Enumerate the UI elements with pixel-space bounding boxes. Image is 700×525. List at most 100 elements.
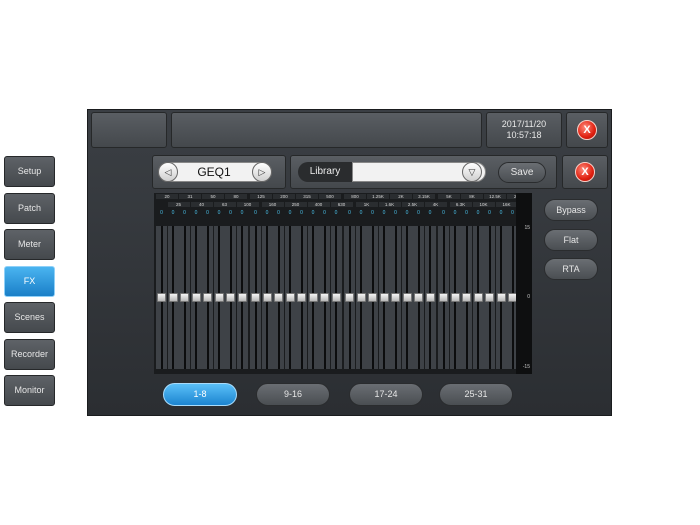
time-text: 10:57:18 (506, 130, 542, 140)
fader-handle[interactable] (297, 293, 306, 302)
band-frequency-label: 3.15K (413, 194, 435, 199)
band-gain-value: 0 (254, 210, 257, 216)
band-gain-value: 0 (240, 210, 244, 216)
band-gain-value: 0 (442, 210, 445, 216)
fader-handle[interactable] (285, 293, 295, 302)
band-frequency-label: 200 (273, 194, 295, 199)
date-text: 2017/11/20 (501, 119, 547, 129)
sidebar-item-monitor[interactable]: Monitor (4, 375, 55, 406)
band-gain-value: 0 (499, 210, 503, 216)
band-frequency-label: 5K (438, 194, 460, 199)
fader-handle[interactable] (251, 293, 260, 302)
band-gain-value: 0 (382, 210, 386, 216)
band-frequency-label: 800 (344, 194, 366, 199)
band-gain-value: 0 (194, 210, 198, 216)
band-frequency-label: 2K (390, 194, 412, 199)
next-arrow-icon[interactable]: ▷ (252, 162, 272, 182)
rta-button[interactable]: RTA (544, 258, 598, 280)
library-label: Library (298, 162, 352, 182)
fader-handle[interactable] (203, 293, 212, 302)
sidebar-item-meter[interactable]: Meter (4, 229, 55, 260)
band-gain-value: 0 (323, 210, 326, 216)
bank-button-9-16[interactable]: 9-16 (256, 383, 330, 406)
band-frequency-label: 50 (202, 194, 224, 199)
sidebar-item-recorder[interactable]: Recorder (4, 339, 55, 370)
fader-handle[interactable] (214, 293, 224, 302)
fader-handle[interactable] (262, 293, 272, 302)
fader-handle[interactable] (450, 293, 460, 302)
band-gain-value: 0 (300, 210, 303, 216)
fader-handle[interactable] (391, 293, 400, 302)
fader-handle[interactable] (345, 293, 354, 302)
fader-handle[interactable] (496, 293, 506, 302)
bank-button-1-8[interactable]: 1-8 (163, 383, 237, 406)
band-frequency-label: 10K (472, 202, 495, 207)
sidebar-item-fx[interactable]: FX (4, 266, 55, 297)
save-button[interactable]: Save (498, 162, 546, 183)
fader-handle[interactable] (356, 293, 366, 302)
band-gain-value: 0 (160, 210, 163, 216)
band-gain-value: 0 (394, 210, 397, 216)
datetime-display: 2017/11/20 10:57:18 (486, 112, 562, 148)
main-close-button[interactable]: X (577, 120, 597, 140)
band-gain-value: 0 (265, 210, 269, 216)
band-frequency-label: 250 (284, 202, 307, 207)
top-left-panel (91, 112, 167, 148)
band-gain-value: 0 (334, 210, 338, 216)
fader-handle[interactable] (485, 293, 494, 302)
fader-handle[interactable] (274, 293, 283, 302)
band-frequency-label: 20 (156, 194, 178, 199)
geq-fader-area: 20 0 25 0 31 0 40 0 50 0 63 0 80 0 100 0 125 0 160 0 200 0 250… (154, 193, 532, 374)
fader-handle[interactable] (180, 293, 189, 302)
fader-handle[interactable] (439, 293, 448, 302)
band-frequency-label: 125 (250, 194, 272, 199)
band-frequency-label: 12.5K (484, 194, 506, 199)
band-gain-value: 0 (476, 210, 480, 216)
sidebar-item-setup[interactable]: Setup (4, 156, 55, 187)
fader-handle[interactable] (402, 293, 412, 302)
flat-button[interactable]: Flat (544, 229, 598, 251)
band-gain-value: 0 (277, 210, 280, 216)
band-frequency-label: 2.5K (401, 202, 424, 207)
band-gain-value: 0 (171, 210, 175, 216)
band-gain-value: 0 (453, 210, 457, 216)
band-gain-value: 0 (488, 210, 491, 216)
fader-handle[interactable] (226, 293, 235, 302)
fader-handle[interactable] (168, 293, 178, 302)
fader-bank: 20 0 25 0 31 0 40 0 50 0 63 0 80 0 100 0 (156, 193, 259, 374)
fader-handle[interactable] (331, 293, 341, 302)
dropdown-arrow-icon[interactable]: ▽ (462, 162, 482, 182)
band-frequency-label: 31 (179, 194, 201, 199)
fader-handle[interactable] (425, 293, 435, 302)
fader-handle[interactable] (414, 293, 423, 302)
fader-handle[interactable] (379, 293, 389, 302)
band-frequency-label: 500 (319, 194, 341, 199)
bypass-button[interactable]: Bypass (544, 199, 598, 221)
sidebar-item-scenes[interactable]: Scenes (4, 302, 55, 333)
gain-scale: 15 0 -15 (516, 193, 532, 374)
band-gain-value: 0 (206, 210, 209, 216)
geq-name: GEQ1 (197, 165, 231, 179)
band-gain-value: 0 (371, 210, 374, 216)
band-frequency-label: 25 (167, 202, 190, 207)
band-frequency-label: 80 (225, 194, 247, 199)
fader-handle[interactable] (368, 293, 377, 302)
prev-arrow-icon[interactable]: ◁ (158, 162, 178, 182)
band-gain-value: 0 (348, 210, 351, 216)
band-frequency-label: 1K (355, 202, 378, 207)
geq-close-button[interactable]: X (575, 162, 595, 182)
bank-button-17-24[interactable]: 17-24 (349, 383, 423, 406)
fader-handle[interactable] (191, 293, 201, 302)
fader-handle[interactable] (237, 293, 247, 302)
scale-bottom-label: -15 (522, 364, 530, 370)
fader-handle[interactable] (157, 293, 166, 302)
fader-handle[interactable] (308, 293, 318, 302)
bank-button-25-31[interactable]: 25-31 (439, 383, 513, 406)
top-title-panel (171, 112, 482, 148)
band-gain-value: 0 (465, 210, 468, 216)
fader-handle[interactable] (473, 293, 483, 302)
fader-handle[interactable] (320, 293, 329, 302)
fader-handle[interactable] (462, 293, 471, 302)
band-frequency-label: 160 (261, 202, 284, 207)
sidebar-item-patch[interactable]: Patch (4, 193, 55, 224)
